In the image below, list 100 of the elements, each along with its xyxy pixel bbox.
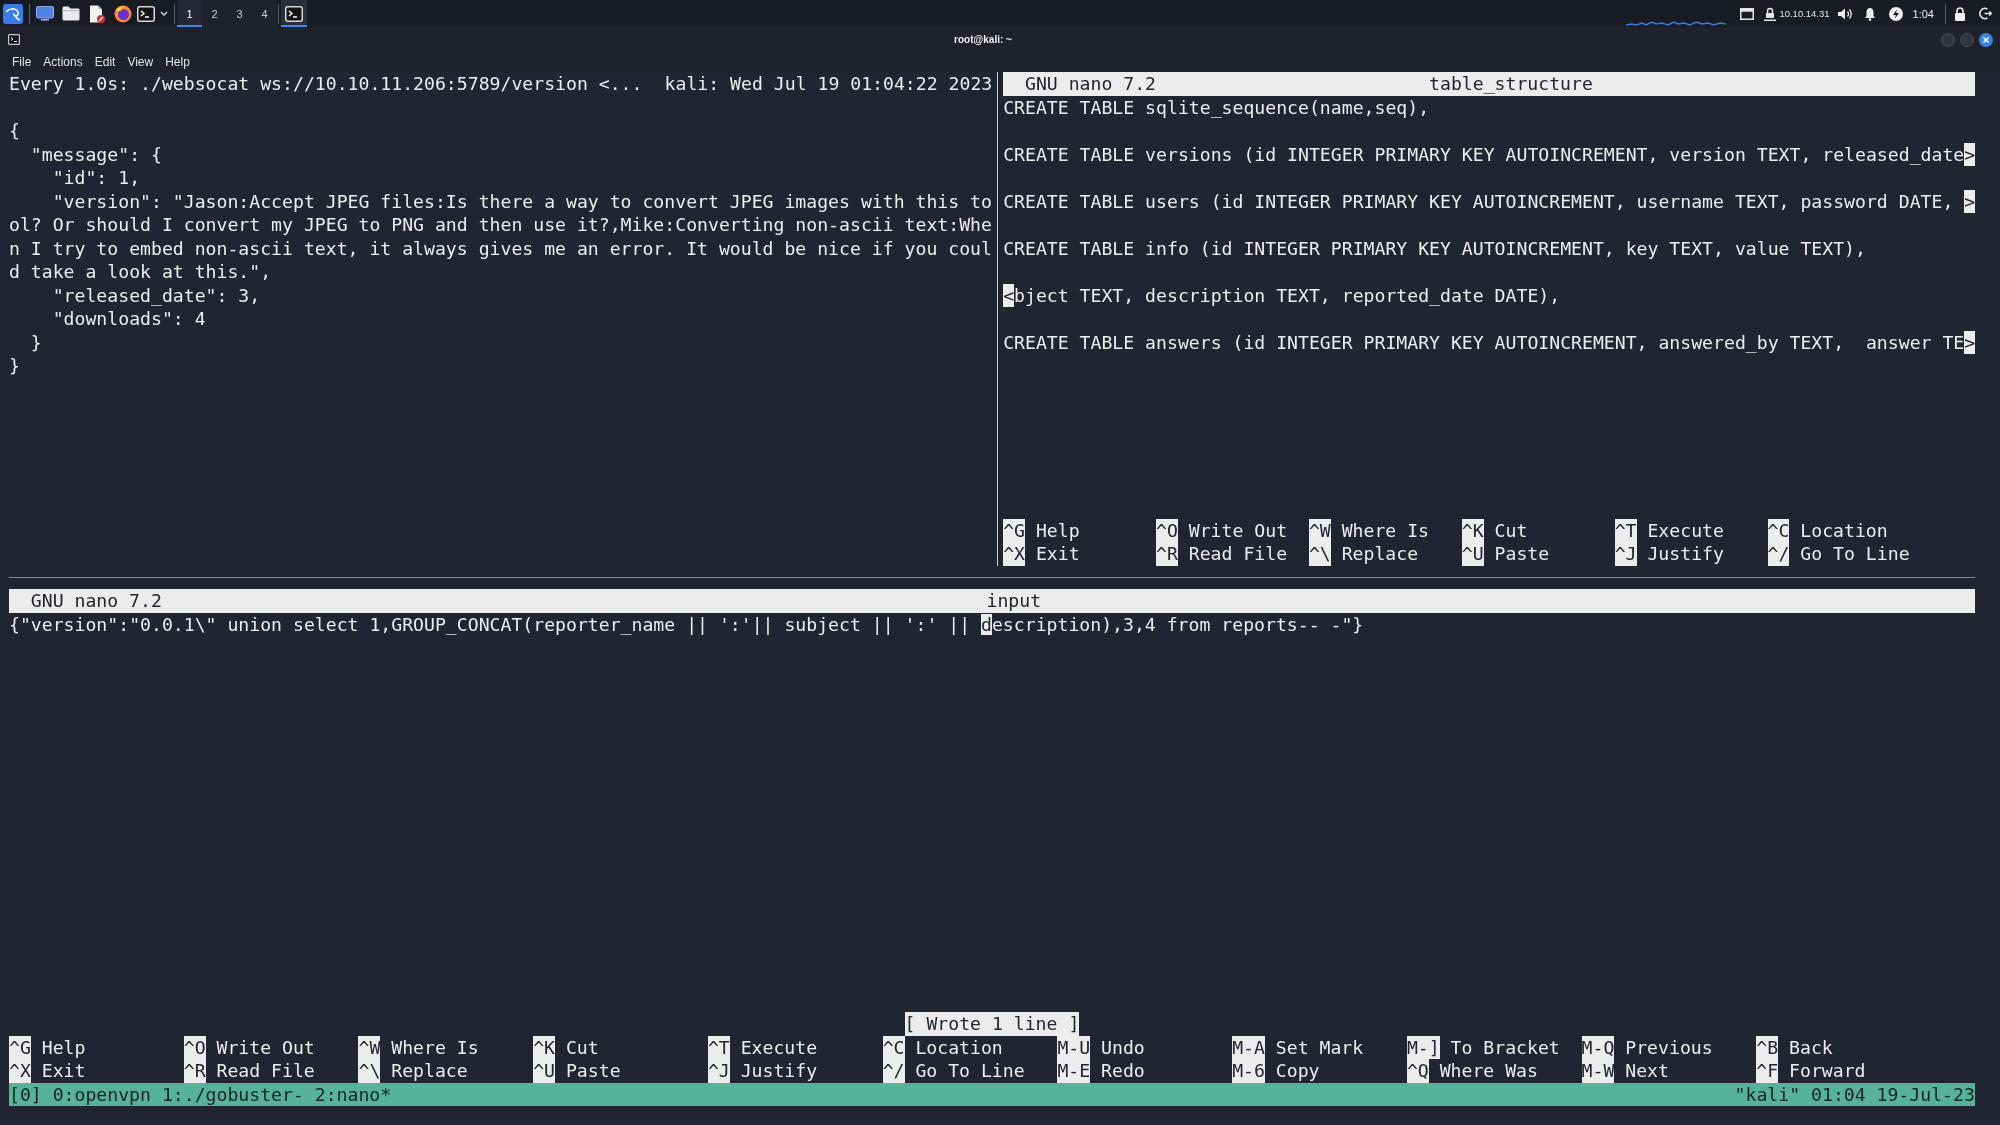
shortcut-label: Undo (1101, 1035, 1145, 1059)
shortcut-key: ^/ (1767, 542, 1790, 566)
browser-icon[interactable] (114, 4, 132, 23)
code-line: CREATE TABLE answers (id INTEGER PRIMARY KEY AUTOINCREMENT, answered_by TEXT, answer TE (1003, 330, 1965, 354)
shortcut-label: Justify (1647, 542, 1724, 566)
shortcut-key: ^X (9, 1059, 31, 1083)
lock-icon[interactable] (1954, 6, 1966, 21)
network-lock-icon[interactable] (1764, 6, 1777, 21)
vpn-address: 10.10.14.31 (1779, 8, 1830, 19)
shortcut-key: M-] (1406, 1035, 1440, 1059)
shortcut-label: Paste (1494, 542, 1550, 566)
shortcut-key: ^B (1756, 1035, 1779, 1059)
shortcut-label: Read File (1188, 542, 1288, 566)
task-button[interactable] (281, 0, 307, 27)
json-output-line: } (9, 354, 21, 378)
watch-timestamp: kali: Wed Jul 19 01:04:22 2023 (664, 72, 993, 96)
shortcut-key: ^J (707, 1059, 730, 1083)
overflow-marker: > (1964, 330, 1976, 354)
shortcut-key: ^C (882, 1035, 905, 1059)
clock[interactable]: 1:04 (1912, 7, 1934, 20)
code-line: CREATE TABLE versions (id INTEGER PRIMARY KEY AUTOINCREMENT, version TEXT, released_date (1003, 142, 1965, 166)
json-output-line: "id": 1, (51, 166, 142, 190)
shortcut-label: Write Out (1188, 518, 1288, 542)
shortcut-key: ^K (533, 1035, 556, 1059)
shortcut-label: Go To Line (1800, 542, 1910, 566)
window-tab[interactable]: 2:nano* (314, 1082, 392, 1106)
shortcut-key: ^T (707, 1035, 730, 1059)
screen-icon[interactable] (36, 6, 54, 21)
window-tab[interactable]: 0:openvpn (52, 1082, 151, 1106)
shortcut-label: Justify (740, 1059, 818, 1083)
workspace-button[interactable]: 3 (227, 0, 252, 27)
editor-input-line[interactable]: {"version":"0.0.1\" union select 1,GROUP_CONCAT(reporter_name || ':'|| subject || ':' || description),3,4 from reports-- -"} (9, 612, 1364, 636)
document-icon[interactable] (89, 4, 105, 23)
logout-icon[interactable] (1979, 7, 1992, 20)
overflow-marker: > (1964, 142, 1976, 166)
speaker-icon[interactable] (1836, 6, 1853, 21)
shortcut-label: Replace (391, 1059, 468, 1083)
json-output-line: "released_date": 3, (51, 283, 262, 307)
json-output-line: "message": { (29, 142, 163, 166)
file-name: table_structure (1429, 72, 1593, 96)
shortcut-key: ^Q (1406, 1059, 1429, 1083)
shortcut-key: ^\ (358, 1059, 381, 1083)
window-icon[interactable] (1740, 7, 1755, 20)
editor-version: GNU nano 7.2 (1023, 72, 1158, 96)
folder-icon[interactable] (62, 6, 80, 21)
overflow-marker: < (1003, 283, 1015, 307)
shortcut-label: Location (1800, 518, 1888, 542)
code-line: CREATE TABLE users (id INTEGER PRIMARY KEY AUTOINCREMENT, username TEXT, password DATE, (1003, 189, 1954, 213)
bolt-icon[interactable] (1888, 6, 1903, 21)
shortcut-label: Execute (1647, 518, 1724, 542)
shortcut-label: Exit (1035, 542, 1080, 566)
menu-item[interactable]: View (121, 55, 160, 69)
shortcut-key: ^T (1614, 518, 1637, 542)
shortcut-key: ^K (1461, 518, 1484, 542)
shortcut-key: M-A (1232, 1035, 1265, 1059)
workspace-button[interactable]: 1 (177, 0, 202, 27)
shortcut-key: ^O (1156, 518, 1178, 542)
shortcut-key: ^G (1003, 518, 1025, 542)
shortcut-label: Location (915, 1035, 1003, 1059)
shortcut-key: ^U (1461, 542, 1484, 566)
shortcut-key: ^U (533, 1059, 556, 1083)
terminal-icon[interactable] (137, 5, 155, 22)
caret-icon[interactable] (160, 11, 168, 16)
json-output-line: } (29, 330, 43, 354)
shortcut-label: Exit (41, 1059, 86, 1083)
shortcut-label: Replace (1341, 542, 1419, 566)
overflow-marker: > (1964, 189, 1976, 213)
workspace-button[interactable]: 4 (252, 0, 277, 27)
shortcut-label: Execute (740, 1035, 818, 1059)
window-tab[interactable]: 1:./gobuster- (161, 1082, 304, 1106)
shortcut-key: M-Q (1581, 1035, 1615, 1059)
shortcut-label: Where Was (1439, 1059, 1538, 1083)
session-name: [0] (9, 1082, 42, 1106)
shortcut-key: ^C (1767, 518, 1790, 542)
terminal-icon (285, 5, 303, 22)
shortcut-key: ^F (1756, 1059, 1779, 1083)
bell-icon[interactable] (1863, 6, 1876, 21)
shortcut-key: ^G (9, 1035, 31, 1059)
json-output-line: { (9, 119, 21, 143)
shortcut-label: Go To Line (915, 1059, 1025, 1083)
code-line: bject TEXT, description TEXT, reported_date DATE), (1014, 283, 1561, 307)
shortcut-label: To Bracket (1450, 1035, 1560, 1059)
status-message: [ Wrote 1 line ] (904, 1012, 1080, 1036)
dragon-logo-icon[interactable] (3, 3, 23, 24)
shortcut-key: ^O (183, 1035, 206, 1059)
file-name: input (986, 589, 1042, 613)
shortcut-key: ^W (1308, 518, 1331, 542)
shortcut-key: M-6 (1232, 1059, 1265, 1083)
shortcut-key: ^X (1003, 542, 1025, 566)
menu-item[interactable]: Edit (88, 55, 122, 69)
json-output-line: "version": "Jason:Accept JPEG files:Is there a way to convert JPEG images with this tool? Or should I convert my JPEG to PNG and then use it?,Mike:Converting non-ascii text:When I try to embed non-ascii text, it always gives me an error. It would be nice if you could take a look at this.", (9, 189, 993, 284)
shortcut-key: M-E (1057, 1059, 1091, 1083)
shortcut-label: Help (41, 1035, 86, 1059)
menu-item[interactable]: File (6, 55, 38, 69)
json-output-line: "downloads": 4 (51, 307, 207, 331)
shortcut-label: Write Out (216, 1035, 315, 1059)
close-icon[interactable] (1979, 32, 1993, 47)
menu-item[interactable]: Help (159, 55, 196, 69)
workspace-button[interactable]: 2 (202, 0, 227, 27)
menu-item[interactable]: Actions (37, 55, 89, 69)
